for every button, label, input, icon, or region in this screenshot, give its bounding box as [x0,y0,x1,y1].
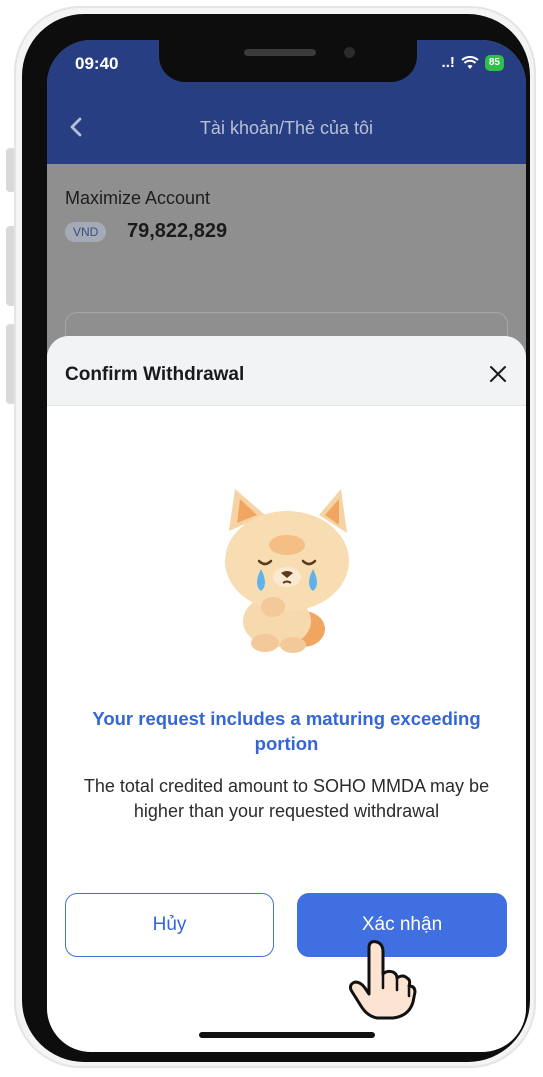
cancel-button[interactable]: Hủy [65,893,274,957]
tap-hand-icon [349,940,417,1020]
close-icon[interactable] [488,364,508,384]
header-title: Tài khoản/Thẻ của tôi [199,118,374,138]
status-time: 09:40 [75,54,119,73]
speaker-grille [244,49,316,56]
signal-icon: ..! [441,54,455,71]
wifi-icon [461,55,479,69]
warning-headline: Your request includes a maturing exceedi… [92,708,481,754]
warning-message: The total credited amount to SOHO MMDA m… [83,776,490,821]
phone-notch [159,40,417,82]
status-indicators: ..! 85 [442,54,504,71]
confirm-withdrawal-sheet: Confirm Withdrawal Your request includes… [47,336,526,1052]
account-name: Maximize Account [65,188,211,208]
sheet-title: Confirm Withdrawal [65,364,245,385]
account-balance: 79,822,829 [127,220,228,242]
currency-badge: VND [65,222,107,242]
phone-screen: 09:40 ..! 85 Tài khoản/Thẻ của tôi Maxim… [47,40,526,1052]
home-indicator [199,1032,375,1038]
front-camera [344,47,355,58]
sheet-header: Confirm Withdrawal [47,336,526,406]
crying-cat-mascot [225,489,349,653]
battery-icon: 85 [484,54,504,71]
